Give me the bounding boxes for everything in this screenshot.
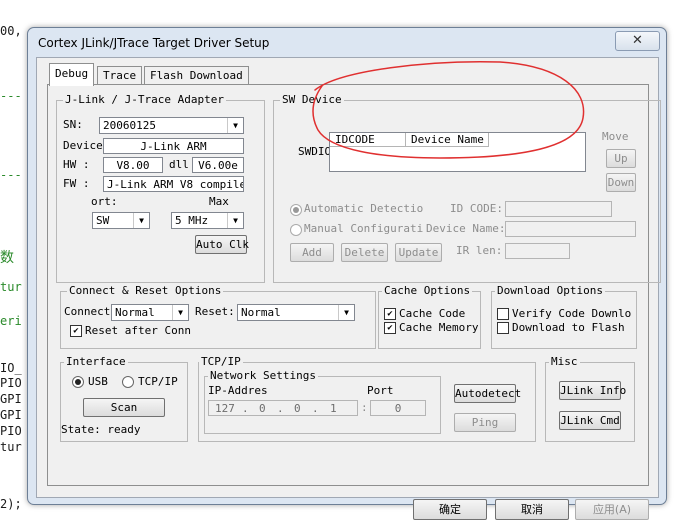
annotation-stroke xyxy=(312,61,585,159)
red-annotation-ellipse xyxy=(312,61,585,159)
tab-debug[interactable]: Debug xyxy=(49,63,95,86)
